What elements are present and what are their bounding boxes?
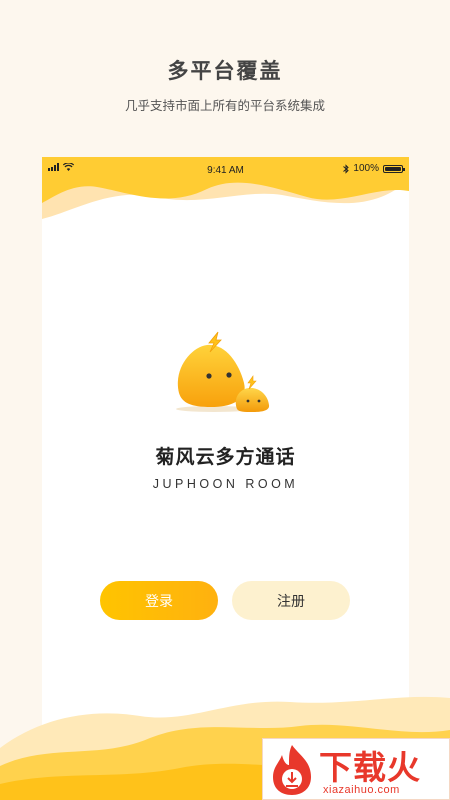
page-title: 多平台覆盖 bbox=[167, 59, 283, 83]
mascot-icon bbox=[176, 331, 270, 412]
battery-icon bbox=[383, 164, 405, 173]
flame-logo-icon bbox=[273, 745, 311, 795]
bluetooth-icon bbox=[343, 163, 350, 174]
watermark-logo: 下载火 xiazaihuo.com bbox=[262, 738, 450, 800]
battery-percent: 100% bbox=[353, 163, 379, 174]
watermark-url: xiazaihuo.com bbox=[323, 784, 400, 796]
status-bar: 9:41 AM 100% bbox=[42, 157, 409, 183]
page-subtitle: 几乎支持市面上所有的平台系统集成 bbox=[124, 98, 325, 113]
app-name: 菊风云多方通话 bbox=[155, 446, 296, 468]
app-subtitle: JUPHOON ROOM bbox=[152, 477, 299, 491]
watermark-title: 下载火 bbox=[319, 748, 421, 787]
login-button[interactable]: 登录 bbox=[100, 581, 218, 620]
register-button[interactable]: 注册 bbox=[232, 581, 350, 620]
